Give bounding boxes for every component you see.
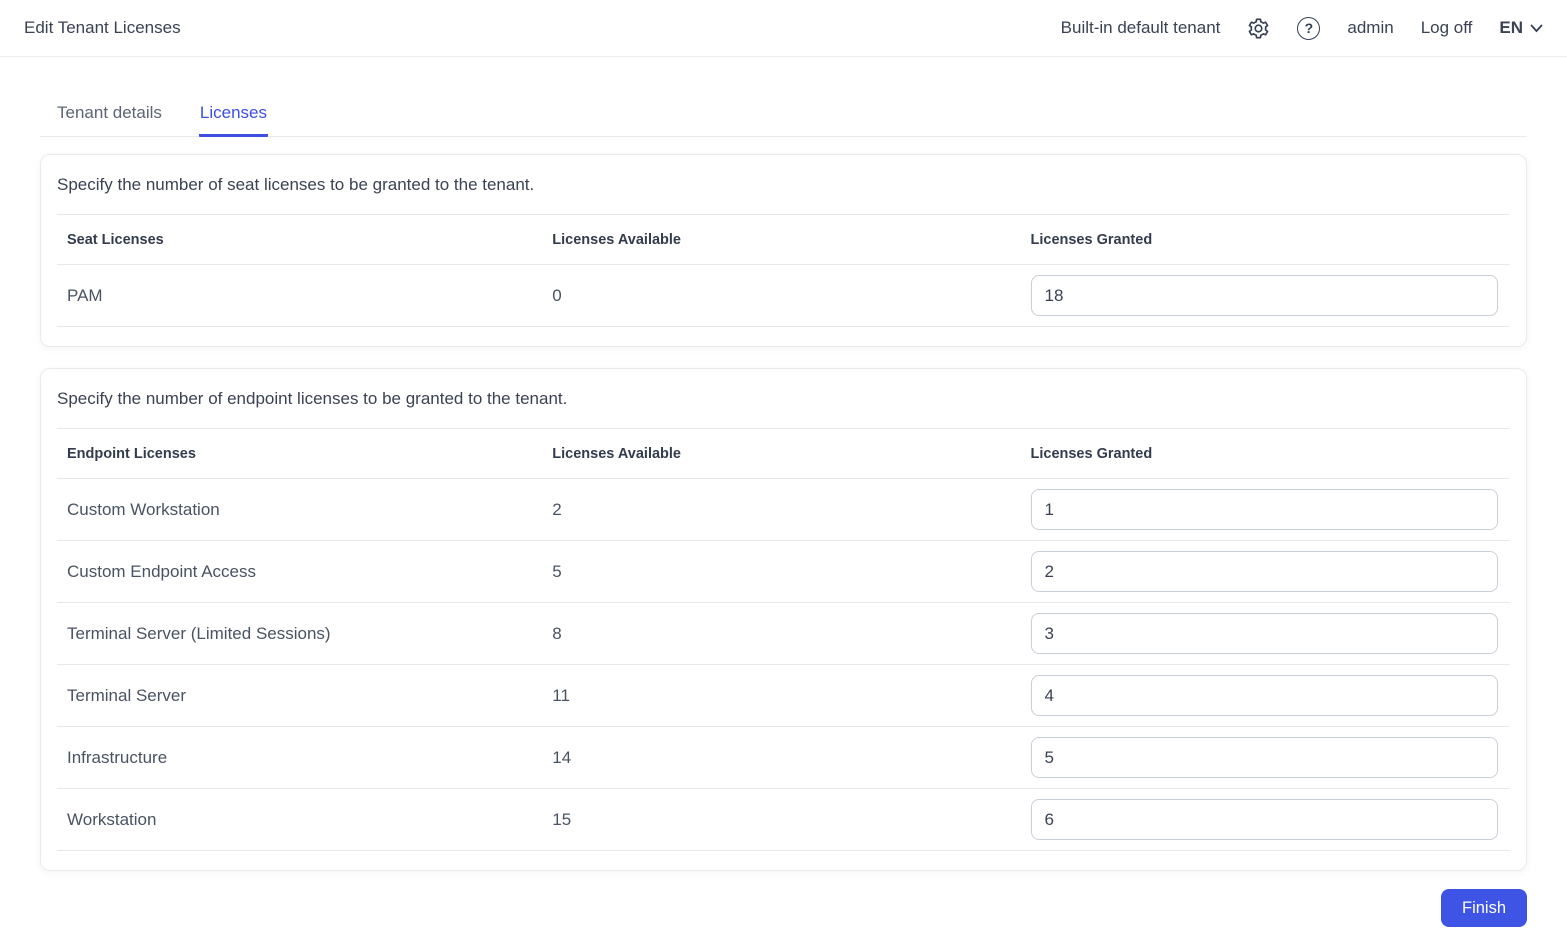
language-selector[interactable]: EN	[1499, 18, 1543, 38]
license-name: Infrastructure	[57, 726, 543, 789]
app-root: Edit Tenant Licenses Built-in default te…	[0, 0, 1567, 947]
seat-licenses-card: Specify the number of seat licenses to b…	[40, 154, 1527, 347]
licenses-granted-input-terminal-server-limited[interactable]	[1030, 613, 1498, 654]
license-name: Custom Endpoint Access	[57, 540, 543, 603]
column-header-licenses-available: Licenses Available	[542, 429, 1031, 479]
license-name: Terminal Server	[57, 664, 543, 727]
endpoint-section-description: Specify the number of endpoint licenses …	[57, 369, 1510, 429]
licenses-granted-input-pam[interactable]	[1030, 275, 1498, 316]
tab-licenses[interactable]: Licenses	[198, 95, 269, 137]
table-row: Infrastructure 14	[57, 726, 1510, 789]
tab-bar: Tenant details Licenses	[40, 95, 1527, 137]
seat-licenses-table: Seat Licenses Licenses Available License…	[57, 215, 1510, 327]
table-header-row: Endpoint Licenses Licenses Available Lic…	[57, 429, 1510, 479]
licenses-granted-input-custom-endpoint-access[interactable]	[1030, 551, 1498, 592]
licenses-available-value: 0	[542, 264, 1031, 327]
page-title: Edit Tenant Licenses	[24, 18, 181, 37]
licenses-granted-input-infrastructure[interactable]	[1030, 737, 1498, 778]
tab-tenant-details[interactable]: Tenant details	[56, 95, 163, 137]
licenses-available-value: 14	[542, 726, 1031, 789]
column-header-licenses-granted: Licenses Granted	[1030, 429, 1510, 479]
help-icon[interactable]: ?	[1297, 16, 1321, 40]
tenant-name-label: Built-in default tenant	[1060, 18, 1221, 37]
table-row: Custom Endpoint Access 5	[57, 540, 1510, 603]
table-row: Terminal Server (Limited Sessions) 8	[57, 602, 1510, 665]
table-row: PAM 0	[57, 264, 1510, 327]
chevron-down-icon	[1530, 24, 1543, 33]
table-row: Terminal Server 11	[57, 664, 1510, 727]
language-code: EN	[1499, 18, 1523, 37]
column-header-endpoint-licenses: Endpoint Licenses	[57, 429, 543, 479]
seat-section-description: Specify the number of seat licenses to b…	[57, 155, 1510, 215]
column-header-seat-licenses: Seat Licenses	[57, 215, 543, 265]
top-header: Edit Tenant Licenses Built-in default te…	[0, 0, 1567, 57]
licenses-available-value: 2	[542, 478, 1031, 541]
licenses-available-value: 15	[542, 788, 1031, 851]
endpoint-licenses-table: Endpoint Licenses Licenses Available Lic…	[57, 429, 1510, 851]
column-header-licenses-granted: Licenses Granted	[1030, 215, 1510, 265]
license-name: Workstation	[57, 788, 543, 851]
table-row: Workstation 15	[57, 788, 1510, 851]
column-header-licenses-available: Licenses Available	[542, 215, 1031, 265]
licenses-granted-input-custom-workstation[interactable]	[1030, 489, 1498, 530]
licenses-available-value: 8	[542, 602, 1031, 665]
license-name: PAM	[57, 264, 543, 327]
footer-actions: Finish	[40, 889, 1527, 927]
table-header-row: Seat Licenses Licenses Available License…	[57, 215, 1510, 265]
licenses-available-value: 11	[542, 664, 1031, 727]
finish-button[interactable]: Finish	[1440, 889, 1527, 927]
license-name: Custom Workstation	[57, 478, 543, 541]
endpoint-licenses-card: Specify the number of endpoint licenses …	[40, 368, 1527, 871]
licenses-available-value: 5	[542, 540, 1031, 603]
license-name: Terminal Server (Limited Sessions)	[57, 602, 543, 665]
table-row: Custom Workstation 2	[57, 478, 1510, 541]
logoff-link[interactable]: Log off	[1421, 18, 1473, 38]
licenses-granted-input-workstation[interactable]	[1030, 799, 1498, 840]
gear-icon[interactable]	[1247, 17, 1270, 40]
header-right-group: Built-in default tenant ? admin Log off …	[1060, 16, 1543, 40]
licenses-granted-input-terminal-server[interactable]	[1030, 675, 1498, 716]
username-menu[interactable]: admin	[1347, 18, 1393, 38]
